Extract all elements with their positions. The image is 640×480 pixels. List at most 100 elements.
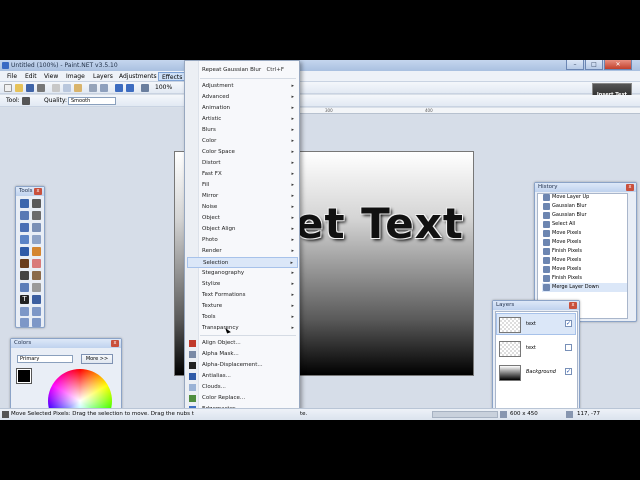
clone-stamp-icon[interactable] xyxy=(32,271,41,280)
menu-item-artistic[interactable]: Artistic ▸ xyxy=(187,114,298,125)
open-icon[interactable] xyxy=(15,84,23,92)
new-icon[interactable] xyxy=(4,84,12,92)
menu-item-distort[interactable]: Distort ▸ xyxy=(187,158,298,169)
menu-item-color[interactable]: Color ▸ xyxy=(187,136,298,147)
menu-item-antialias[interactable]: Antialias... xyxy=(187,371,298,382)
zoom-tool-icon[interactable] xyxy=(32,223,41,232)
tools-close-button[interactable]: x xyxy=(34,188,42,195)
maximize-button[interactable]: □ xyxy=(585,60,603,70)
copy-icon[interactable] xyxy=(63,84,71,92)
menu-item-alpha-mask[interactable]: Alpha Mask... xyxy=(187,349,298,360)
history-item[interactable]: Gaussian Blur xyxy=(542,211,627,220)
line-curve-icon[interactable] xyxy=(32,295,41,304)
menu-item-repeat-gaussian-blur[interactable]: Repeat Gaussian Blur Ctrl+F xyxy=(187,65,298,76)
crop-icon[interactable] xyxy=(89,84,97,92)
history-item[interactable]: Gaussian Blur xyxy=(542,202,627,211)
layer-visibility-checkbox[interactable]: ✓ xyxy=(565,368,572,375)
eraser-icon[interactable] xyxy=(32,259,41,268)
more-colors-button[interactable]: More >> xyxy=(81,354,113,364)
quality-select[interactable]: Smooth xyxy=(68,97,116,105)
history-item-current[interactable]: Merge Layer Down xyxy=(542,283,627,292)
menu-item-stylize[interactable]: Stylize ▸ xyxy=(187,279,298,290)
history-item[interactable]: Move Pixels xyxy=(542,256,627,265)
paint-bucket-icon[interactable] xyxy=(20,247,29,256)
menu-item-mirror[interactable]: Mirror ▸ xyxy=(187,191,298,202)
cut-icon[interactable] xyxy=(52,84,60,92)
history-item[interactable]: Move Pixels xyxy=(542,238,627,247)
menu-item-color-space[interactable]: Color Space ▸ xyxy=(187,147,298,158)
undo-icon[interactable] xyxy=(115,84,123,92)
menu-item-blurs[interactable]: Blurs ▸ xyxy=(187,125,298,136)
menu-item-advanced[interactable]: Advanced ▸ xyxy=(187,92,298,103)
menu-item-fast-fx[interactable]: Fast FX ▸ xyxy=(187,169,298,180)
layer-row[interactable]: Background ✓ xyxy=(496,361,576,383)
menu-item-color-replace[interactable]: Color Replace... xyxy=(187,393,298,404)
menu-item-adjustment[interactable]: Adjustment ▸ xyxy=(187,81,298,92)
menu-item-object[interactable]: Object ▸ xyxy=(187,213,298,224)
menu-item-clouds[interactable]: Clouds... xyxy=(187,382,298,393)
paintbrush-icon[interactable] xyxy=(20,259,29,268)
ellipse-icon[interactable] xyxy=(20,318,29,327)
pencil-icon[interactable] xyxy=(20,271,29,280)
rectangle-select-icon[interactable] xyxy=(20,199,29,208)
colors-close-button[interactable]: x xyxy=(111,340,119,347)
layer-visibility-checkbox[interactable] xyxy=(565,344,572,351)
menu-item-photo[interactable]: Photo ▸ xyxy=(187,235,298,246)
rectangle-icon[interactable] xyxy=(20,307,29,316)
rounded-rectangle-icon[interactable] xyxy=(32,307,41,316)
menu-view[interactable]: View xyxy=(41,72,61,81)
menu-layers[interactable]: Layers xyxy=(90,72,116,81)
history-item[interactable]: Move Layer Up xyxy=(542,194,627,202)
menu-edit[interactable]: Edit xyxy=(22,72,40,81)
paste-icon[interactable] xyxy=(74,84,82,92)
layer-visibility-checkbox[interactable]: ✓ xyxy=(565,320,572,327)
redo-icon[interactable] xyxy=(126,84,134,92)
gradient-icon[interactable] xyxy=(32,247,41,256)
move-selected-icon[interactable] xyxy=(32,199,41,208)
history-close-button[interactable]: x xyxy=(626,184,634,191)
menu-image[interactable]: Image xyxy=(63,72,88,81)
menu-item-selection[interactable]: Selection ▸ xyxy=(187,257,298,268)
freeform-shape-icon[interactable] xyxy=(32,318,41,327)
magic-wand-icon[interactable] xyxy=(20,235,29,244)
primary-color-swatch[interactable] xyxy=(16,368,32,384)
menu-item-object-align[interactable]: Object Align ▸ xyxy=(187,224,298,235)
menu-item-steganography[interactable]: Steganography ▸ xyxy=(187,268,298,279)
menu-item-texture[interactable]: Texture ▸ xyxy=(187,301,298,312)
menu-item-noise[interactable]: Noise ▸ xyxy=(187,202,298,213)
print-icon[interactable] xyxy=(37,84,45,92)
layer-row[interactable]: text ✓ xyxy=(496,313,576,335)
minimize-button[interactable]: – xyxy=(566,60,584,70)
menu-item-align-object[interactable]: Align Object... xyxy=(187,338,298,349)
close-button[interactable]: ✕ xyxy=(604,60,632,70)
layers-close-button[interactable]: x xyxy=(569,302,577,309)
layer-row[interactable]: text xyxy=(496,337,576,359)
menu-item-alpha-displacement[interactable]: Alpha-Displacement... xyxy=(187,360,298,371)
text-tool-icon[interactable]: T xyxy=(20,295,29,304)
history-item[interactable]: Select All xyxy=(542,220,627,229)
menu-file[interactable]: File xyxy=(4,72,20,81)
menu-item-transparency[interactable]: Transparency ▸ xyxy=(187,323,298,334)
history-item[interactable]: Move Pixels xyxy=(542,265,627,274)
menu-item-tools[interactable]: Tools ▸ xyxy=(187,312,298,323)
menu-item-render[interactable]: Render ▸ xyxy=(187,246,298,257)
menu-item-text-formations[interactable]: Text Formations ▸ xyxy=(187,290,298,301)
lasso-select-icon[interactable] xyxy=(20,211,29,220)
color-mode-select[interactable]: Primary xyxy=(17,355,73,363)
history-item[interactable]: Move Pixels xyxy=(542,229,627,238)
menu-item-animation[interactable]: Animation ▸ xyxy=(187,103,298,114)
ellipse-select-icon[interactable] xyxy=(20,223,29,232)
history-item[interactable]: Finish Pixels xyxy=(542,247,627,256)
menu-adjustments[interactable]: Adjustments xyxy=(116,72,160,81)
menu-effects[interactable]: Effects xyxy=(158,72,187,81)
move-tool-icon[interactable] xyxy=(22,97,30,105)
color-picker-icon[interactable] xyxy=(32,283,41,292)
zoom-value[interactable]: 100% xyxy=(155,84,172,91)
pan-icon[interactable] xyxy=(32,235,41,244)
menu-item-fill[interactable]: Fill ▸ xyxy=(187,180,298,191)
save-icon[interactable] xyxy=(26,84,34,92)
recolor-icon[interactable] xyxy=(20,283,29,292)
move-selection-icon[interactable] xyxy=(32,211,41,220)
deselect-icon[interactable] xyxy=(100,84,108,92)
history-item[interactable]: Finish Pixels xyxy=(542,274,627,283)
